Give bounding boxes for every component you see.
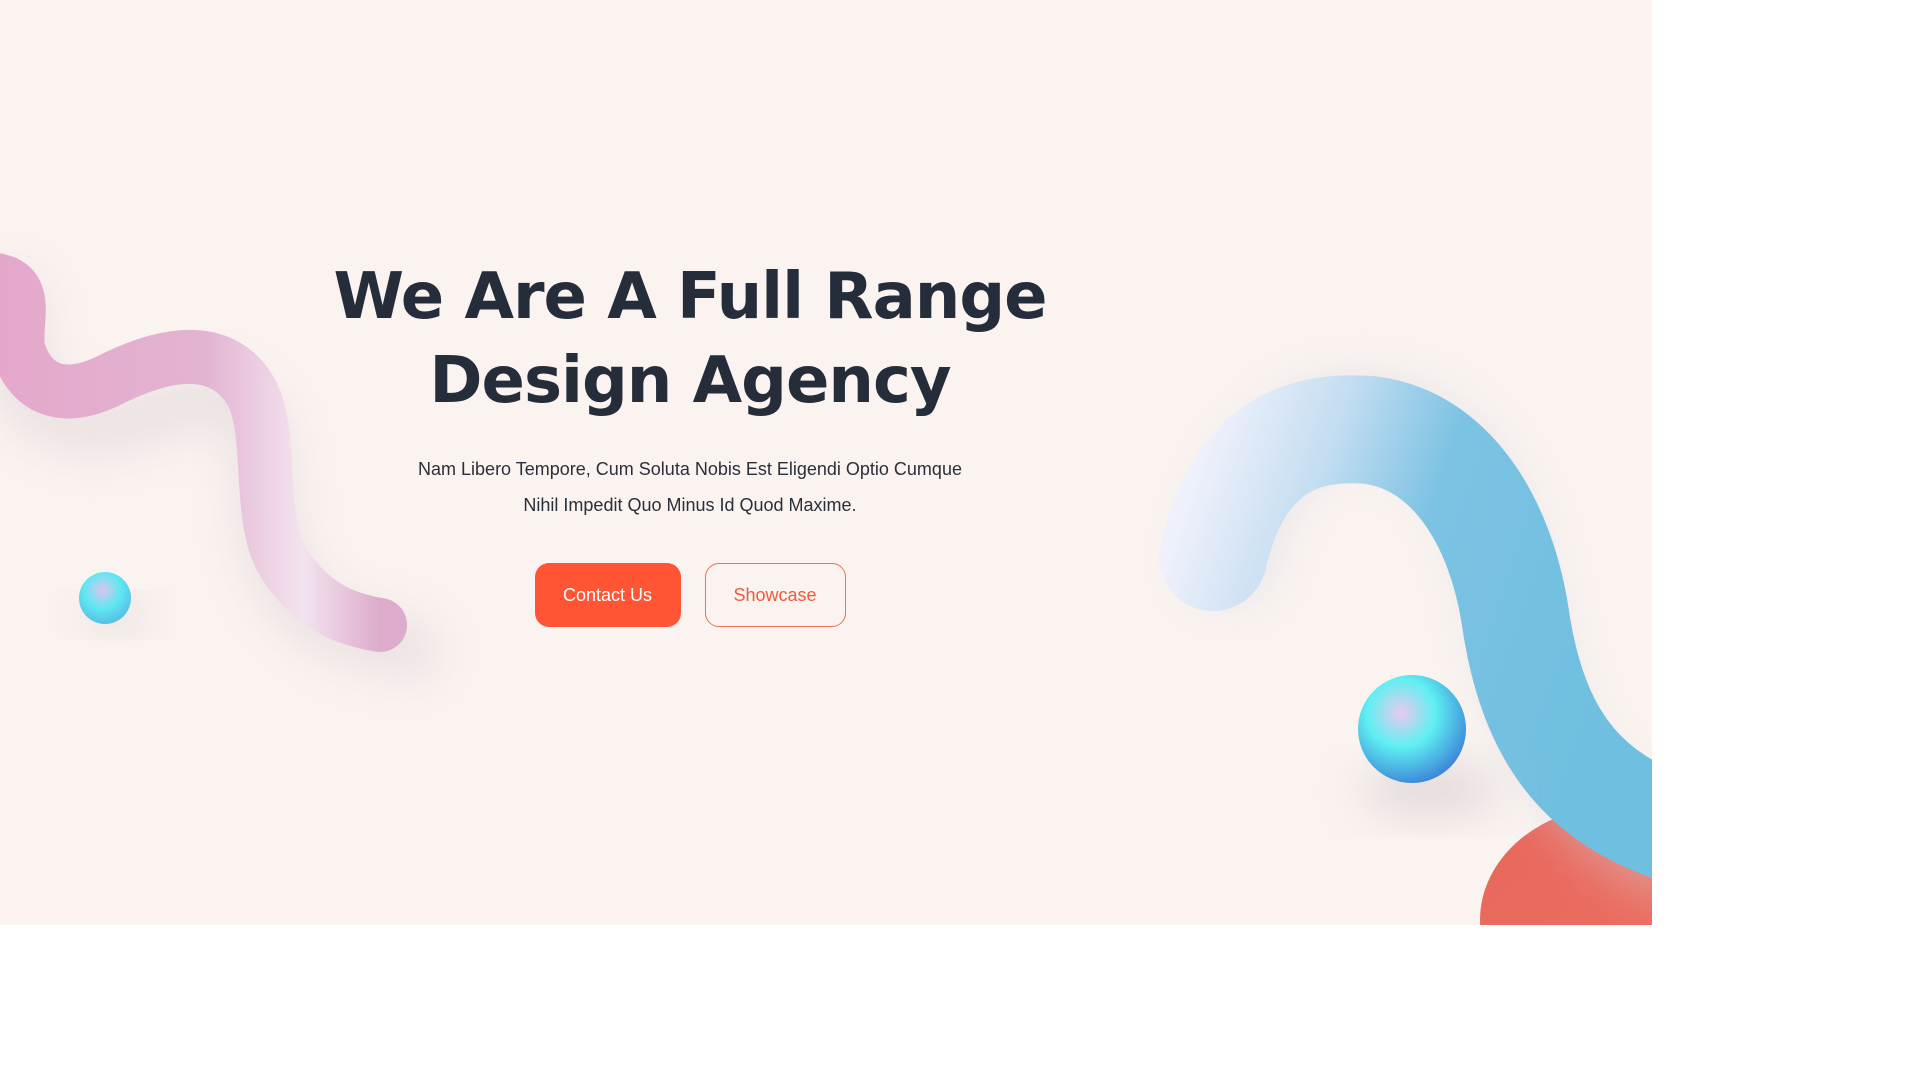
hero-section: We Are A Full Range Design Agency Nam Li… xyxy=(0,0,1652,925)
small-cyan-sphere xyxy=(79,572,131,624)
hero-actions: Contact Us Showcase xyxy=(290,563,1090,627)
hero-subtitle: Nam Libero Tempore, Cum Soluta Nobis Est… xyxy=(370,451,1010,523)
hero-title-line2: Design Agency xyxy=(429,344,951,418)
hero-subtitle-line1: Nam Libero Tempore, Cum Soluta Nobis Est… xyxy=(418,459,962,479)
hero-title: We Are A Full Range Design Agency xyxy=(290,255,1090,423)
hero-subtitle-line2: Nihil Impedit Quo Minus Id Quod Maxime. xyxy=(523,495,857,515)
showcase-button[interactable]: Showcase xyxy=(704,563,846,627)
hero-content: We Are A Full Range Design Agency Nam Li… xyxy=(290,255,1090,627)
large-cyan-sphere xyxy=(1358,675,1466,783)
hero-title-line1: We Are A Full Range xyxy=(333,260,1047,334)
contact-us-button[interactable]: Contact Us xyxy=(534,563,681,627)
